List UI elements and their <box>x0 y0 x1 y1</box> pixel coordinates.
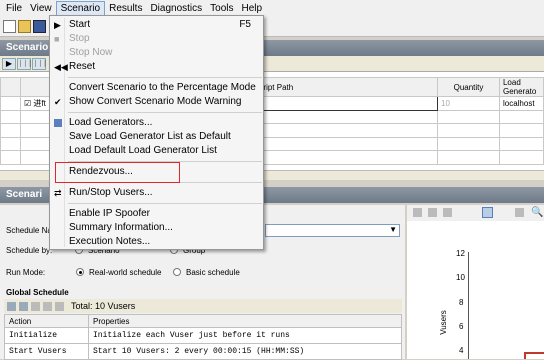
tick-6: 6 <box>459 322 464 331</box>
graph-axis <box>468 252 469 359</box>
play-icon: ▶ <box>54 20 61 30</box>
row-checkbox[interactable]: ☑ 进ft <box>19 96 51 111</box>
menu-item-execution-notes[interactable]: Execution Notes... <box>50 235 263 249</box>
graph-ylabel: Vusers <box>438 310 448 335</box>
menu-item-load-generators[interactable]: Load Generators... <box>50 116 263 130</box>
chevron-down-icon[interactable]: ▼ <box>389 225 397 234</box>
row-quantity[interactable]: 10 <box>437 96 500 111</box>
properties-cell: Start 10 Vusers: 2 every 00:00:15 (HH:MM… <box>88 343 402 360</box>
menu-separator <box>68 112 262 113</box>
menu-item-reset[interactable]: ◀◀ Reset <box>50 60 263 74</box>
graph-line <box>524 352 544 354</box>
stop-icon: ■ <box>54 34 60 44</box>
menu-item-run-stop-vusers[interactable]: ⇄ Run/Stop Vusers... <box>50 186 263 200</box>
global-schedule-table: Action Properties Initialize Initialize … <box>4 314 402 360</box>
add-action-icon[interactable] <box>19 301 28 311</box>
graph-toolbar: 🔍 <box>407 205 544 221</box>
action-cell: Initialize <box>4 327 89 344</box>
delete-action-icon[interactable] <box>31 301 40 311</box>
save-icon[interactable] <box>33 20 46 33</box>
schedule-graph <box>407 205 544 359</box>
menu-item-summary[interactable]: Summary Information... <box>50 221 263 235</box>
tick-8: 8 <box>459 298 464 307</box>
scenario-menu: ▶ Start F5 ■ Stop Stop Now ◀◀ Reset Convert … <box>49 15 264 250</box>
move-up-icon[interactable] <box>43 301 52 311</box>
move-down-icon[interactable] <box>55 301 64 311</box>
global-schedule-title: Global Schedule <box>4 287 402 299</box>
schedule-by-label: Schedule by: <box>6 246 53 255</box>
table-row[interactable]: Initialize Initialize each Vuser just be… <box>4 327 402 344</box>
header-action: Action <box>4 314 89 328</box>
tick-12: 12 <box>456 249 465 258</box>
radio-real-world[interactable] <box>76 268 84 276</box>
action-cell: Start Vusers <box>4 343 89 360</box>
menu-help[interactable]: Help <box>238 1 267 16</box>
menu-item-show-warning[interactable]: ✔ Show Convert Scenario Mode Warning <box>50 95 263 109</box>
open-icon[interactable] <box>18 20 31 33</box>
header-load-generators: Load Generato <box>498 77 544 97</box>
menu-file[interactable]: File <box>2 1 26 16</box>
magnify-icon[interactable] <box>515 208 524 217</box>
menu-view[interactable]: View <box>26 1 56 16</box>
menu-item-save-lg[interactable]: Save Load Generator List as Default <box>50 130 263 144</box>
menu-scenario[interactable]: Scenario <box>55 1 106 16</box>
search-icon[interactable]: 🔍 <box>531 207 543 218</box>
row-select[interactable] <box>0 96 21 111</box>
run-mode-label: Run Mode: <box>6 268 46 277</box>
schedule-name-combo[interactable]: ▼ <box>265 224 400 237</box>
run-stop-icon: ⇄ <box>54 188 62 198</box>
graph-line <box>524 352 526 359</box>
vusers-alt-icon[interactable]: ᛁᛁᛁ <box>32 57 47 70</box>
zoom-out-icon[interactable] <box>428 208 437 217</box>
new-icon[interactable] <box>3 20 16 33</box>
menu-item-ip-spoofer[interactable]: Enable IP Spoofer <box>50 207 263 221</box>
menu-separator <box>68 77 262 78</box>
menu-item-stop[interactable]: ■ Stop <box>50 32 263 46</box>
tick-10: 10 <box>456 273 465 282</box>
schedule-name-label: Schedule Na <box>6 226 52 235</box>
play-icon[interactable]: ▶ <box>2 57 16 70</box>
menu-item-start[interactable]: ▶ Start F5 <box>50 18 263 32</box>
rewind-icon: ◀◀ <box>54 62 68 72</box>
fit-icon[interactable] <box>443 208 452 217</box>
menu-results[interactable]: Results <box>105 1 146 16</box>
radio-basic[interactable] <box>173 268 181 276</box>
menu-diagnostics[interactable]: Diagnostics <box>146 1 206 16</box>
vusers-icon[interactable]: ᛁᛁᛁ <box>17 57 32 70</box>
load-generator-icon <box>54 119 62 127</box>
highlight-box <box>55 162 180 183</box>
total-vusers: Total: 10 Vusers <box>71 301 136 311</box>
header-quantity: Quantity <box>437 77 500 97</box>
radio-basic-label: Basic schedule <box>186 268 240 277</box>
view-mode-icon[interactable] <box>482 207 493 218</box>
row-load-generator[interactable]: localhost <box>498 96 544 111</box>
header-properties: Properties <box>88 314 402 328</box>
menu-separator <box>68 203 262 204</box>
check-icon: ✔ <box>54 97 62 107</box>
menu-item-stop-now[interactable]: Stop Now <box>50 46 263 60</box>
zoom-icon[interactable] <box>413 208 422 217</box>
radio-real-world-label: Real-world schedule <box>89 268 162 277</box>
menu-item-load-default-lg[interactable]: Load Default Load Generator List <box>50 144 263 158</box>
table-row[interactable]: Start Vusers Start 10 Vusers: 2 every 00… <box>4 343 402 360</box>
properties-cell: Initialize each Vuser just before it run… <box>88 327 402 344</box>
tick-4: 4 <box>459 346 464 355</box>
menu-tools[interactable]: Tools <box>206 1 237 16</box>
edit-action-icon[interactable] <box>7 301 16 311</box>
header-script-path: ript Path <box>259 77 439 97</box>
global-schedule-toolbar: Total: 10 Vusers <box>4 299 402 313</box>
menu-item-convert[interactable]: Convert Scenario to the Percentage Mode <box>50 81 263 95</box>
